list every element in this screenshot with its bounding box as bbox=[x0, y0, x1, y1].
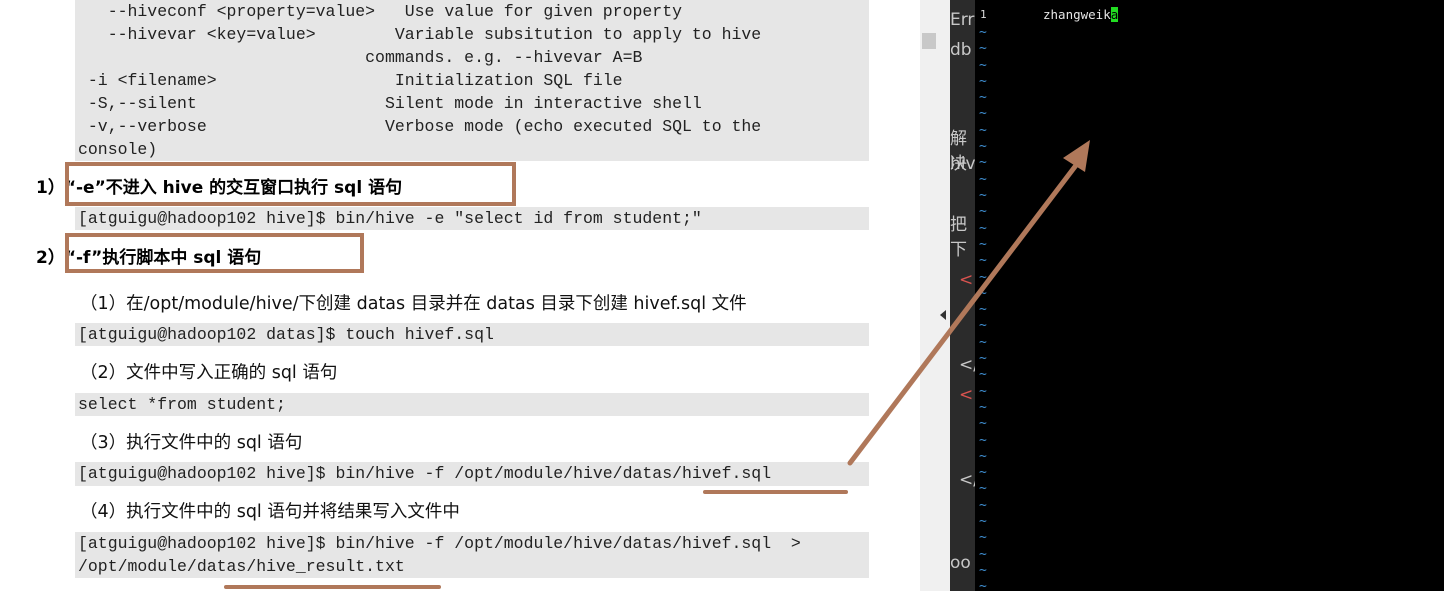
annotation-arrow bbox=[847, 140, 1090, 466]
arrow-shaft bbox=[847, 157, 1083, 466]
